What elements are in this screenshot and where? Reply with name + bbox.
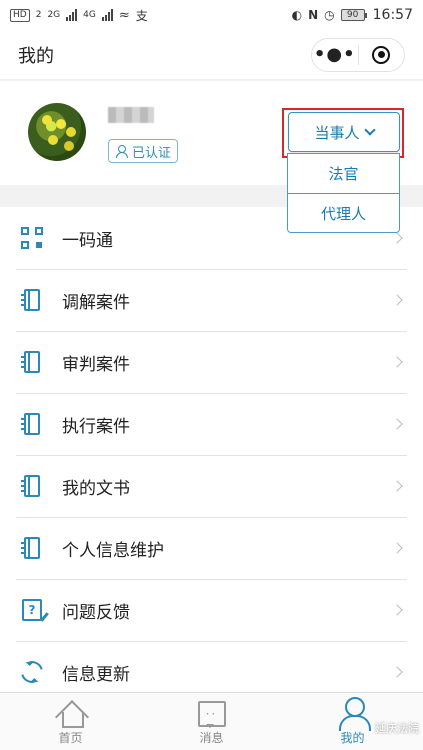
chevron-right-icon xyxy=(391,418,403,430)
network-type-1: 2G xyxy=(47,10,61,20)
menu-item-label: 问题反馈 xyxy=(62,602,130,623)
menu-list: 一码通 调解案件 审判案件 执行案件 我的文书 个人信息维护 ? 问题反馈 信息… xyxy=(0,207,423,703)
menu-item-my-documents[interactable]: 我的文书 xyxy=(0,455,423,517)
chevron-right-icon xyxy=(391,356,403,368)
home-icon xyxy=(56,699,86,728)
battery-level: 90 xyxy=(340,9,365,21)
menu-item-label: 执行案件 xyxy=(62,416,130,437)
chevron-down-icon xyxy=(363,124,376,136)
menu-item-feedback[interactable]: ? 问题反馈 xyxy=(0,579,423,641)
hd-indicator: HD xyxy=(10,8,30,22)
refresh-icon xyxy=(16,656,48,688)
mini-program-capsule: •●• xyxy=(311,37,405,72)
menu-item-label: 一码通 xyxy=(62,230,113,251)
role-dropdown[interactable]: 当事人 xyxy=(288,112,400,152)
chevron-right-icon xyxy=(391,232,403,244)
menu-item-label: 审判案件 xyxy=(62,354,130,375)
status-bar: HD 2 2G 4G ≈ 支 ◐ N ◷ 90 16:57 xyxy=(0,0,423,30)
notebook-icon xyxy=(21,351,40,373)
close-mini-program-button[interactable] xyxy=(359,39,405,71)
verified-badge: 已认证 xyxy=(108,139,179,163)
person-icon xyxy=(115,144,128,158)
carrier-glyph: 支 xyxy=(135,8,148,23)
chevron-right-icon xyxy=(391,542,403,554)
clock: 16:57 xyxy=(372,7,413,23)
menu-item-label: 调解案件 xyxy=(62,292,130,313)
wifi-icon: ≈ xyxy=(118,7,130,23)
menu-item-label: 个人信息维护 xyxy=(62,540,164,561)
more-dots-icon: •●• xyxy=(313,43,356,65)
avatar[interactable] xyxy=(28,103,86,161)
signal-icon xyxy=(66,9,78,21)
notebook-icon xyxy=(21,413,40,435)
chevron-right-icon xyxy=(391,666,403,678)
chevron-right-icon xyxy=(391,604,403,616)
watermark: 延庆法院 xyxy=(375,722,419,735)
chevron-right-icon xyxy=(391,294,403,306)
menu-item-personal-info[interactable]: 个人信息维护 xyxy=(0,517,423,579)
bottom-tab-bar: 首页 ·· 消息 我的 xyxy=(0,692,423,750)
notebook-icon xyxy=(21,537,40,559)
more-button[interactable]: •●• xyxy=(312,39,358,71)
menu-item-mediation-cases[interactable]: 调解案件 xyxy=(0,269,423,331)
chevron-right-icon xyxy=(391,480,403,492)
tab-messages[interactable]: ·· 消息 xyxy=(141,693,282,750)
role-selected-label: 当事人 xyxy=(314,123,360,142)
nfc-icon: N xyxy=(308,8,319,22)
battery-icon: 90 xyxy=(340,9,367,21)
notebook-icon xyxy=(21,475,40,497)
menu-item-label: 信息更新 xyxy=(62,664,130,685)
tab-me-label: 我的 xyxy=(340,731,365,745)
network-type-2: 4G xyxy=(83,10,96,20)
alarm-icon: ◷ xyxy=(324,8,335,22)
role-option-judge[interactable]: 法官 xyxy=(288,154,399,193)
message-icon: ·· xyxy=(197,701,226,728)
sim-number: 2 xyxy=(35,10,42,20)
role-dropdown-menu: 法官 代理人 xyxy=(287,153,400,233)
target-icon xyxy=(372,45,391,64)
qr-code-icon xyxy=(21,227,43,249)
status-left: HD 2 2G 4G ≈ 支 xyxy=(10,7,148,24)
menu-item-execution-cases[interactable]: 执行案件 xyxy=(0,393,423,455)
username-blurred xyxy=(108,107,154,123)
signal-icon-2 xyxy=(101,9,113,21)
person-icon xyxy=(338,697,371,731)
data-saver-icon: ◐ xyxy=(291,8,303,22)
feedback-icon: ? xyxy=(22,599,42,621)
role-option-agent[interactable]: 代理人 xyxy=(288,193,399,232)
menu-item-trial-cases[interactable]: 审判案件 xyxy=(0,331,423,393)
tab-home[interactable]: 首页 xyxy=(0,693,141,750)
status-right: ◐ N ◷ 90 16:57 xyxy=(292,7,413,23)
verified-label: 已认证 xyxy=(132,145,172,161)
page-title: 我的 xyxy=(18,45,54,67)
menu-item-label: 我的文书 xyxy=(62,478,130,499)
notebook-icon xyxy=(21,289,40,311)
page-header: 我的 •●• xyxy=(0,30,423,80)
